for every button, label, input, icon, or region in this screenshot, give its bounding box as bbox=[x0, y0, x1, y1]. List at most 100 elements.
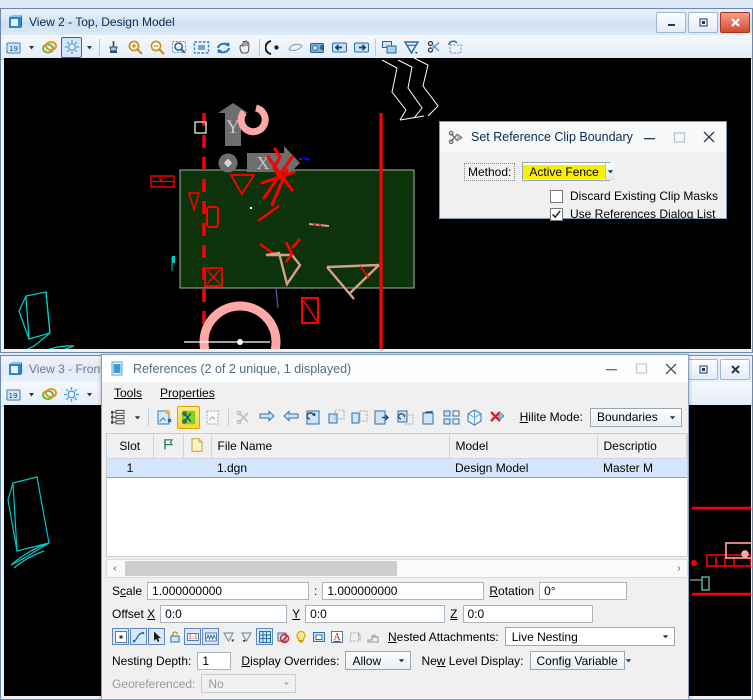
clip-mask-icon[interactable] bbox=[423, 37, 444, 58]
menu-properties[interactable]: Properties bbox=[160, 386, 215, 400]
view-clip-front-icon[interactable] bbox=[202, 628, 219, 645]
fit-view-icon[interactable] bbox=[191, 37, 212, 58]
chevron-down-icon[interactable] bbox=[657, 628, 674, 645]
nesting-depth-input[interactable]: 1 bbox=[197, 651, 232, 670]
chevron-down-icon[interactable] bbox=[393, 652, 410, 669]
ignore-when-live-nesting-icon[interactable] bbox=[274, 628, 291, 645]
set-reference-clip-boundary-dialog[interactable]: Set Reference Clip Boundary Method: Acti… bbox=[439, 121, 727, 221]
clip-element-icon[interactable] bbox=[445, 37, 466, 58]
offset-y-input[interactable]: 0:0 bbox=[305, 605, 446, 623]
references-close-button[interactable] bbox=[656, 356, 686, 382]
view-attributes-icon[interactable]: 19 bbox=[3, 384, 24, 405]
offset-x-input[interactable]: 0:0 bbox=[160, 605, 288, 623]
reference-settings-toolbar[interactable]: 1:1 A Nested Attachments: Live Nesting bbox=[112, 627, 682, 646]
clip-back-icon[interactable] bbox=[220, 628, 237, 645]
view3-maximize-button[interactable] bbox=[688, 358, 718, 380]
scrollbar-track[interactable] bbox=[123, 561, 671, 576]
display-raster-icon[interactable] bbox=[256, 628, 273, 645]
scale-input-1[interactable]: 1.000000000 bbox=[147, 582, 310, 600]
display-overrides-dropdown[interactable]: Allow bbox=[345, 651, 412, 670]
copy-view-icon[interactable] bbox=[379, 37, 400, 58]
walk-icon[interactable] bbox=[285, 37, 306, 58]
reference-presentation-icon[interactable] bbox=[441, 407, 462, 428]
scroll-left-button[interactable]: ‹ bbox=[107, 561, 123, 576]
reload-reference-icon[interactable] bbox=[395, 407, 416, 428]
mask-reference-icon[interactable] bbox=[234, 407, 255, 428]
references-table[interactable]: Slot File Name Model Descriptio 1 1.dgn … bbox=[107, 434, 687, 478]
scale-input-2[interactable]: 1.000000000 bbox=[322, 582, 485, 600]
delete-clip-icon[interactable] bbox=[487, 407, 508, 428]
references-dialog[interactable]: References (2 of 2 unique, 1 displayed) … bbox=[101, 354, 689, 700]
attach-reference-list-icon[interactable] bbox=[108, 407, 129, 428]
view2-titlebar[interactable]: View 2 - Top, Design Model bbox=[1, 9, 752, 35]
clip-dialog-close-button[interactable] bbox=[694, 124, 724, 150]
view3-window-buttons[interactable] bbox=[688, 358, 750, 380]
snap-reference-icon[interactable] bbox=[130, 628, 147, 645]
column-document[interactable] bbox=[183, 434, 212, 459]
display-as-annotation-icon[interactable]: A bbox=[328, 628, 345, 645]
adjust-view-brightness-icon[interactable] bbox=[61, 36, 82, 58]
move-reference-icon[interactable] bbox=[257, 407, 278, 428]
lock-reference-icon[interactable] bbox=[166, 628, 183, 645]
column-flag[interactable] bbox=[153, 434, 184, 459]
column-model[interactable]: Model bbox=[449, 434, 598, 459]
merge-reference-icon[interactable] bbox=[372, 407, 393, 428]
clip-dialog-maximize-button[interactable] bbox=[664, 124, 694, 150]
rotate-reference-icon[interactable] bbox=[303, 407, 324, 428]
view2-maximize-button[interactable] bbox=[688, 11, 718, 33]
menu-tools[interactable]: Tools bbox=[114, 386, 142, 400]
nested-attachments-dropdown[interactable]: Live Nesting bbox=[504, 627, 675, 646]
view-previous-icon[interactable] bbox=[263, 37, 284, 58]
dropdown-arrow-icon[interactable] bbox=[25, 384, 38, 405]
view-attributes-icon[interactable]: 19 bbox=[3, 37, 24, 58]
display-reference-icon[interactable] bbox=[112, 628, 129, 645]
use-references-dialog-list-row[interactable]: Use References Dialog List bbox=[440, 207, 726, 221]
column-file-name[interactable]: File Name bbox=[211, 434, 450, 459]
clip-dialog-titlebar[interactable]: Set Reference Clip Boundary bbox=[440, 122, 726, 152]
chevron-down-icon[interactable] bbox=[664, 409, 681, 426]
copy-reference-icon[interactable] bbox=[280, 407, 301, 428]
attach-reference-icon[interactable] bbox=[154, 407, 175, 428]
chevron-down-icon[interactable] bbox=[624, 652, 633, 669]
references-titlebar[interactable]: References (2 of 2 unique, 1 displayed) bbox=[102, 355, 688, 382]
view2-toolbar[interactable]: 19 bbox=[1, 35, 752, 60]
references-horizontal-scrollbar[interactable]: ‹ › bbox=[106, 559, 688, 578]
next-view-icon[interactable] bbox=[351, 37, 372, 58]
detach-reference-icon[interactable] bbox=[202, 407, 223, 428]
view2-close-button[interactable] bbox=[720, 11, 750, 33]
zoom-out-icon[interactable] bbox=[147, 37, 168, 58]
references-minimize-button[interactable] bbox=[596, 356, 626, 382]
revision-icon[interactable] bbox=[346, 628, 363, 645]
locate-reference-icon[interactable] bbox=[148, 628, 165, 645]
dropdown-arrow-icon[interactable] bbox=[83, 37, 96, 58]
column-description[interactable]: Descriptio bbox=[597, 434, 687, 459]
clip-front-icon[interactable] bbox=[238, 628, 255, 645]
hilite-mode-dropdown[interactable]: Boundaries bbox=[590, 407, 682, 427]
references-toolbar[interactable]: Hilite Mode: Boundaries bbox=[102, 404, 688, 430]
cell-flag[interactable] bbox=[153, 458, 183, 478]
mirror-reference-icon[interactable] bbox=[349, 407, 370, 428]
update-view-icon[interactable] bbox=[103, 37, 124, 58]
window-area-icon[interactable] bbox=[169, 37, 190, 58]
pan-view-icon[interactable] bbox=[235, 37, 256, 58]
scale-reference-icon[interactable] bbox=[326, 407, 347, 428]
use-references-dialog-list-checkbox[interactable] bbox=[550, 207, 563, 221]
view3-close-button[interactable] bbox=[720, 358, 750, 380]
discard-clip-masks-row[interactable]: Discard Existing Clip Masks bbox=[440, 189, 726, 203]
references-menubar[interactable]: Tools Properties bbox=[102, 382, 688, 404]
camera-icon[interactable] bbox=[307, 37, 328, 58]
column-slot[interactable]: Slot bbox=[107, 434, 154, 459]
dropdown-arrow-icon[interactable] bbox=[25, 37, 38, 58]
zoom-in-icon[interactable] bbox=[125, 37, 146, 58]
scroll-right-button[interactable]: › bbox=[671, 561, 687, 576]
dropdown-arrow-icon[interactable] bbox=[83, 384, 96, 405]
chevron-down-icon[interactable] bbox=[604, 163, 615, 180]
new-level-display-icon[interactable] bbox=[364, 628, 381, 645]
clip-reference-icon[interactable] bbox=[177, 405, 200, 429]
new-level-display-dropdown[interactable]: Config Variable bbox=[529, 651, 631, 670]
offset-z-input[interactable]: 0:0 bbox=[462, 605, 593, 623]
rotation-input[interactable]: 0° bbox=[539, 582, 628, 600]
table-row[interactable]: 1 1.dgn Design Model Master M bbox=[107, 458, 687, 478]
use-lights-icon[interactable] bbox=[292, 628, 309, 645]
references-maximize-button[interactable] bbox=[626, 356, 656, 382]
